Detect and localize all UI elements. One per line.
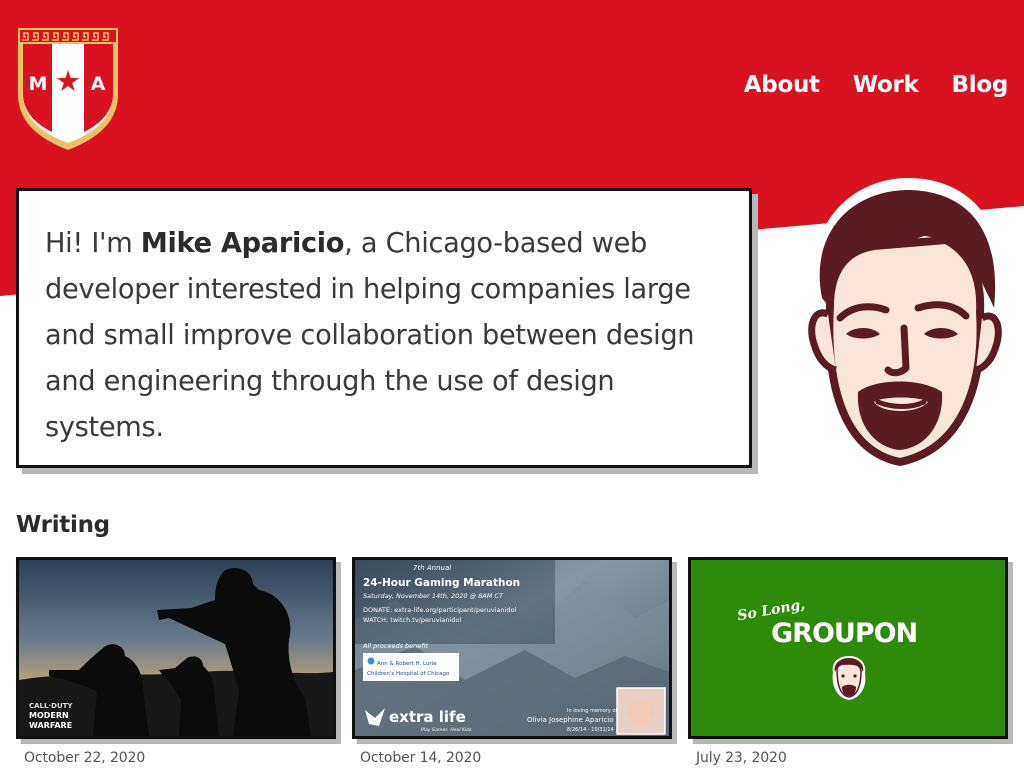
marathon-title: 24-Hour Gaming Marathon: [363, 577, 520, 589]
game-logo-line2: MODERN: [29, 711, 69, 720]
watch-line: WATCH: twitch.tv/peruvianidol: [363, 616, 461, 624]
memory-label: In loving memory of: [567, 708, 618, 714]
intro-description: , a Chicago-based web developer interest…: [45, 228, 695, 443]
post-card-1[interactable]: CALL·DUTY MODERN WARFARE: [16, 557, 336, 739]
hospital-line2: Children's Hospital of Chicago: [367, 671, 450, 677]
logo-letter-m: M: [29, 73, 48, 95]
post-card-3[interactable]: So Long, GROUPON: [688, 557, 1008, 739]
post-date-3: July 23, 2020: [696, 750, 787, 766]
nav-blog[interactable]: Blog: [952, 72, 1009, 98]
marathon-when: Saturday, November 14th, 2020 @ 8AM CT: [363, 592, 504, 600]
nav-work[interactable]: Work: [853, 72, 919, 98]
logo[interactable]: M A: [14, 24, 122, 152]
soldiers-silhouette-image: CALL·DUTY MODERN WARFARE: [19, 560, 333, 736]
benefit-line: All proceeds benefit: [362, 642, 428, 650]
intro-card: Hi! I'm Mike Aparicio, a Chicago-based w…: [16, 188, 752, 468]
donate-line: DONATE: extra-life.org/participant/peruv…: [363, 606, 516, 614]
hospital-line1: Ann & Robert H. Lurie: [377, 661, 437, 667]
avatar: [799, 178, 1004, 476]
main-nav: About Work Blog: [744, 72, 1009, 98]
mountain-map-image: 7th Annual 24-Hour Gaming Marathon Satur…: [355, 560, 669, 736]
intro-greeting: Hi! I'm: [45, 228, 141, 259]
annual-label: 7th Annual: [413, 564, 451, 572]
post-date-1: October 22, 2020: [24, 750, 146, 766]
intro-text: Hi! I'm Mike Aparicio, a Chicago-based w…: [45, 221, 735, 451]
memory-name: Olivia Josephine Aparicio: [527, 716, 614, 724]
groupon-logo-text: GROUPON: [771, 618, 917, 649]
groupon-farewell-image: So Long, GROUPON: [691, 560, 1005, 736]
post-card-2[interactable]: 7th Annual 24-Hour Gaming Marathon Satur…: [352, 557, 672, 739]
game-logo-line1: CALL·DUTY: [29, 702, 73, 710]
extra-life-tag: Play Games. Heal Kids.: [421, 727, 473, 733]
post-date-2: October 14, 2020: [360, 750, 482, 766]
game-logo-line3: WARFARE: [29, 721, 72, 730]
memory-dates: 8/26/14 - 10/31/14: [567, 727, 614, 733]
extra-life-logo: extra life: [389, 708, 466, 726]
nav-about[interactable]: About: [744, 72, 820, 98]
logo-letter-a: A: [91, 73, 106, 95]
writing-heading: Writing: [16, 512, 110, 538]
intro-name: Mike Aparicio: [140, 228, 345, 259]
